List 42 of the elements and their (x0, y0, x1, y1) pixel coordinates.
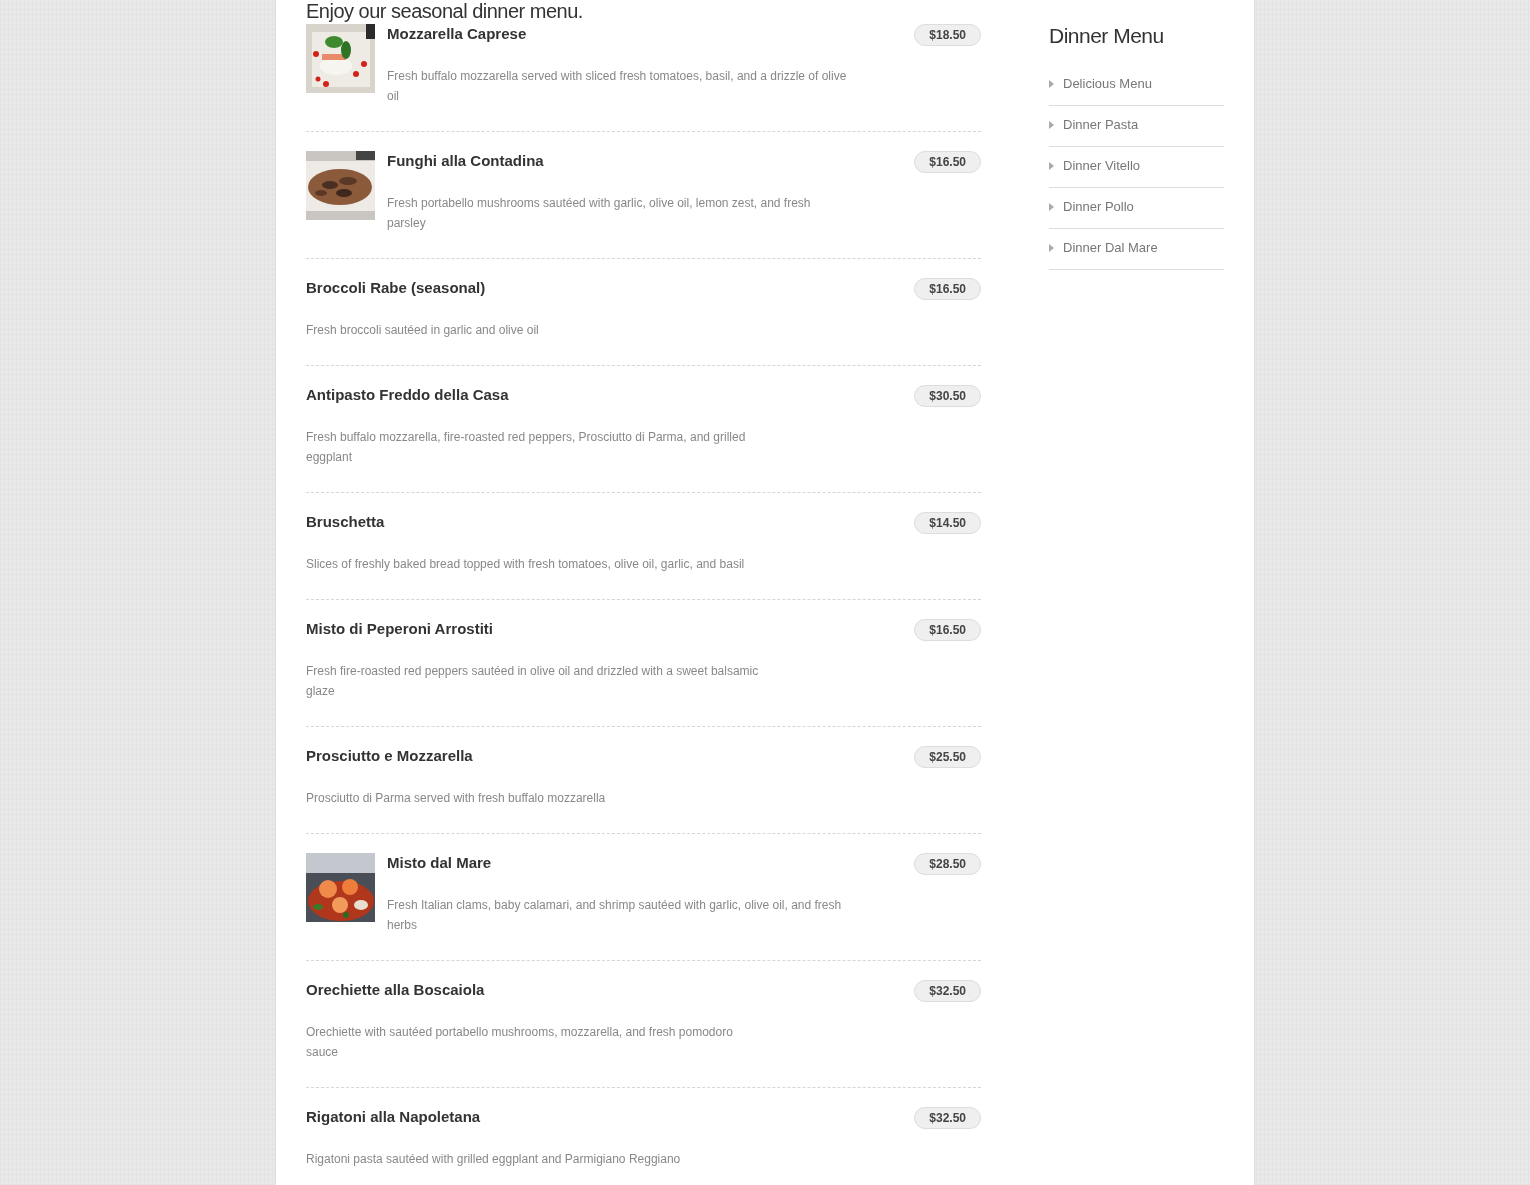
sidebar-link[interactable]: Delicious Menu (1063, 75, 1152, 93)
dish-description: Fresh broccoli sautéed in garlic and olive oil (306, 322, 540, 339)
price-tag: $32.50 (914, 980, 981, 1002)
price-tag: $28.50 (914, 853, 981, 875)
dish-description: Fresh Italian clams, baby calamari, and shrimp sautéed with garlic, olive oil, and fresh herbs (387, 897, 843, 934)
price-tag: $30.50 (914, 385, 981, 407)
dish-name: Broccoli Rabe (seasonal) (306, 278, 486, 298)
sidebar-link[interactable]: Dinner Dal Mare (1063, 239, 1158, 257)
page-heading: Enjoy our seasonal dinner menu. (306, 0, 584, 22)
dish-name: Prosciutto e Mozzarella (306, 746, 473, 766)
triangle-icon (1049, 162, 1054, 170)
price-tag: $16.50 (914, 151, 981, 173)
triangle-icon (1049, 121, 1054, 129)
sidebar-title: Dinner Menu (1049, 23, 1165, 49)
dish-description: Rigatoni pasta sautéed with grilled eggplant and Parmigiano Reggiano (306, 1151, 682, 1168)
price-tag: $16.50 (914, 619, 981, 641)
sidebar-link[interactable]: Dinner Pasta (1063, 116, 1139, 134)
dish-name: Orechiette alla Boscaiola (306, 980, 485, 1000)
dish-description: Slices of freshly baked bread topped with fresh tomatoes, olive oil, garlic, and basil (306, 556, 746, 573)
dish-description: Fresh portabello mushrooms sautéed with garlic, olive oil, lemon zest, and fresh parsley (387, 195, 812, 232)
price-tag: $18.50 (914, 24, 981, 46)
triangle-icon (1049, 244, 1054, 252)
triangle-icon (1049, 80, 1054, 88)
sidebar-link[interactable]: Dinner Pollo (1063, 198, 1134, 216)
dish-name: Rigatoni alla Napoletana (306, 1107, 481, 1127)
dish-name: Bruschetta (306, 512, 385, 532)
dish-name: Mozzarella Caprese (387, 24, 527, 44)
triangle-icon (1049, 203, 1054, 211)
dish-name: Funghi alla Contadina (387, 151, 544, 171)
dish-description: Fresh buffalo mozzarella, fire-roasted red peppers, Prosciutto di Parma, and grilled eggplant (306, 429, 747, 466)
price-tag: $16.50 (914, 278, 981, 300)
dish-description: Orechiette with sautéed portabello mushrooms, mozzarella, and fresh pomodoro sauce (306, 1024, 734, 1061)
dish-name: Misto di Peperoni Arrostiti (306, 619, 493, 639)
dish-name: Antipasto Freddo della Casa (306, 385, 509, 405)
dish-description: Prosciutto di Parma served with fresh buffalo mozzarella (306, 790, 607, 807)
price-tag: $32.50 (914, 1107, 981, 1129)
dish-name: Misto dal Mare (387, 853, 492, 873)
dish-description: Fresh fire-roasted red peppers sautéed in olive oil and drizzled with a sweet balsamic glaze (306, 663, 760, 700)
sidebar-link[interactable]: Dinner Vitello (1063, 157, 1141, 175)
price-tag: $25.50 (914, 746, 981, 768)
dish-description: Fresh buffalo mozzarella served with sliced fresh tomatoes, basil, and a drizzle of olive oil (387, 68, 848, 105)
price-tag: $14.50 (914, 512, 981, 534)
